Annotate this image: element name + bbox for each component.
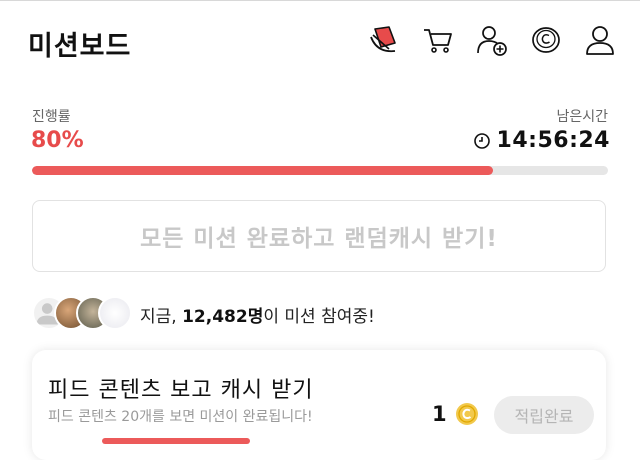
progress-label: 진행률 [32,109,71,125]
mission-progress-bar [102,438,250,444]
progress-percent: 80% [31,128,84,153]
remaining-time-label: 남은시간 [556,109,608,125]
participant-avatars [32,296,132,332]
top-divider [0,0,640,1]
participant-count: 12,482명 [182,307,264,327]
mission-card[interactable]: 피드 콘텐츠 보고 캐시 받기 피드 콘텐츠 20개를 보면 미션이 완료됩니다… [32,350,606,460]
page-title: 미션보드 [28,31,132,62]
progress-bar-fill [32,166,493,175]
remaining-time-value: 14:56:24 [496,128,610,153]
cart-icon[interactable] [420,22,456,58]
claim-complete-button[interactable]: 적립완료 [494,396,594,434]
timer: 14:56:24 [473,128,610,153]
progress-bar [32,166,608,175]
mission-title: 피드 콘텐츠 보고 캐시 받기 [48,378,314,403]
cash-coin-icon[interactable] [528,22,564,58]
avatar [98,296,132,330]
profile-icon[interactable] [582,22,618,58]
reward-amount: 1 [432,402,447,426]
clock-icon [473,132,490,149]
mission-description: 피드 콘텐츠 20개를 보면 미션이 완료됩니다! [48,409,313,425]
participants-suffix: 이 미션 참여중! [263,307,375,327]
participants-prefix: 지금, [140,307,183,327]
participants-status: 지금, 12,482명이 미션 참여중! [140,302,375,327]
coin-icon [456,403,478,425]
header-toolbar [366,22,618,58]
complete-all-reward-box[interactable]: 모든 미션 완료하고 랜덤캐시 받기! [32,200,606,272]
ticket-icon[interactable] [366,22,402,58]
add-user-icon[interactable] [474,22,510,58]
